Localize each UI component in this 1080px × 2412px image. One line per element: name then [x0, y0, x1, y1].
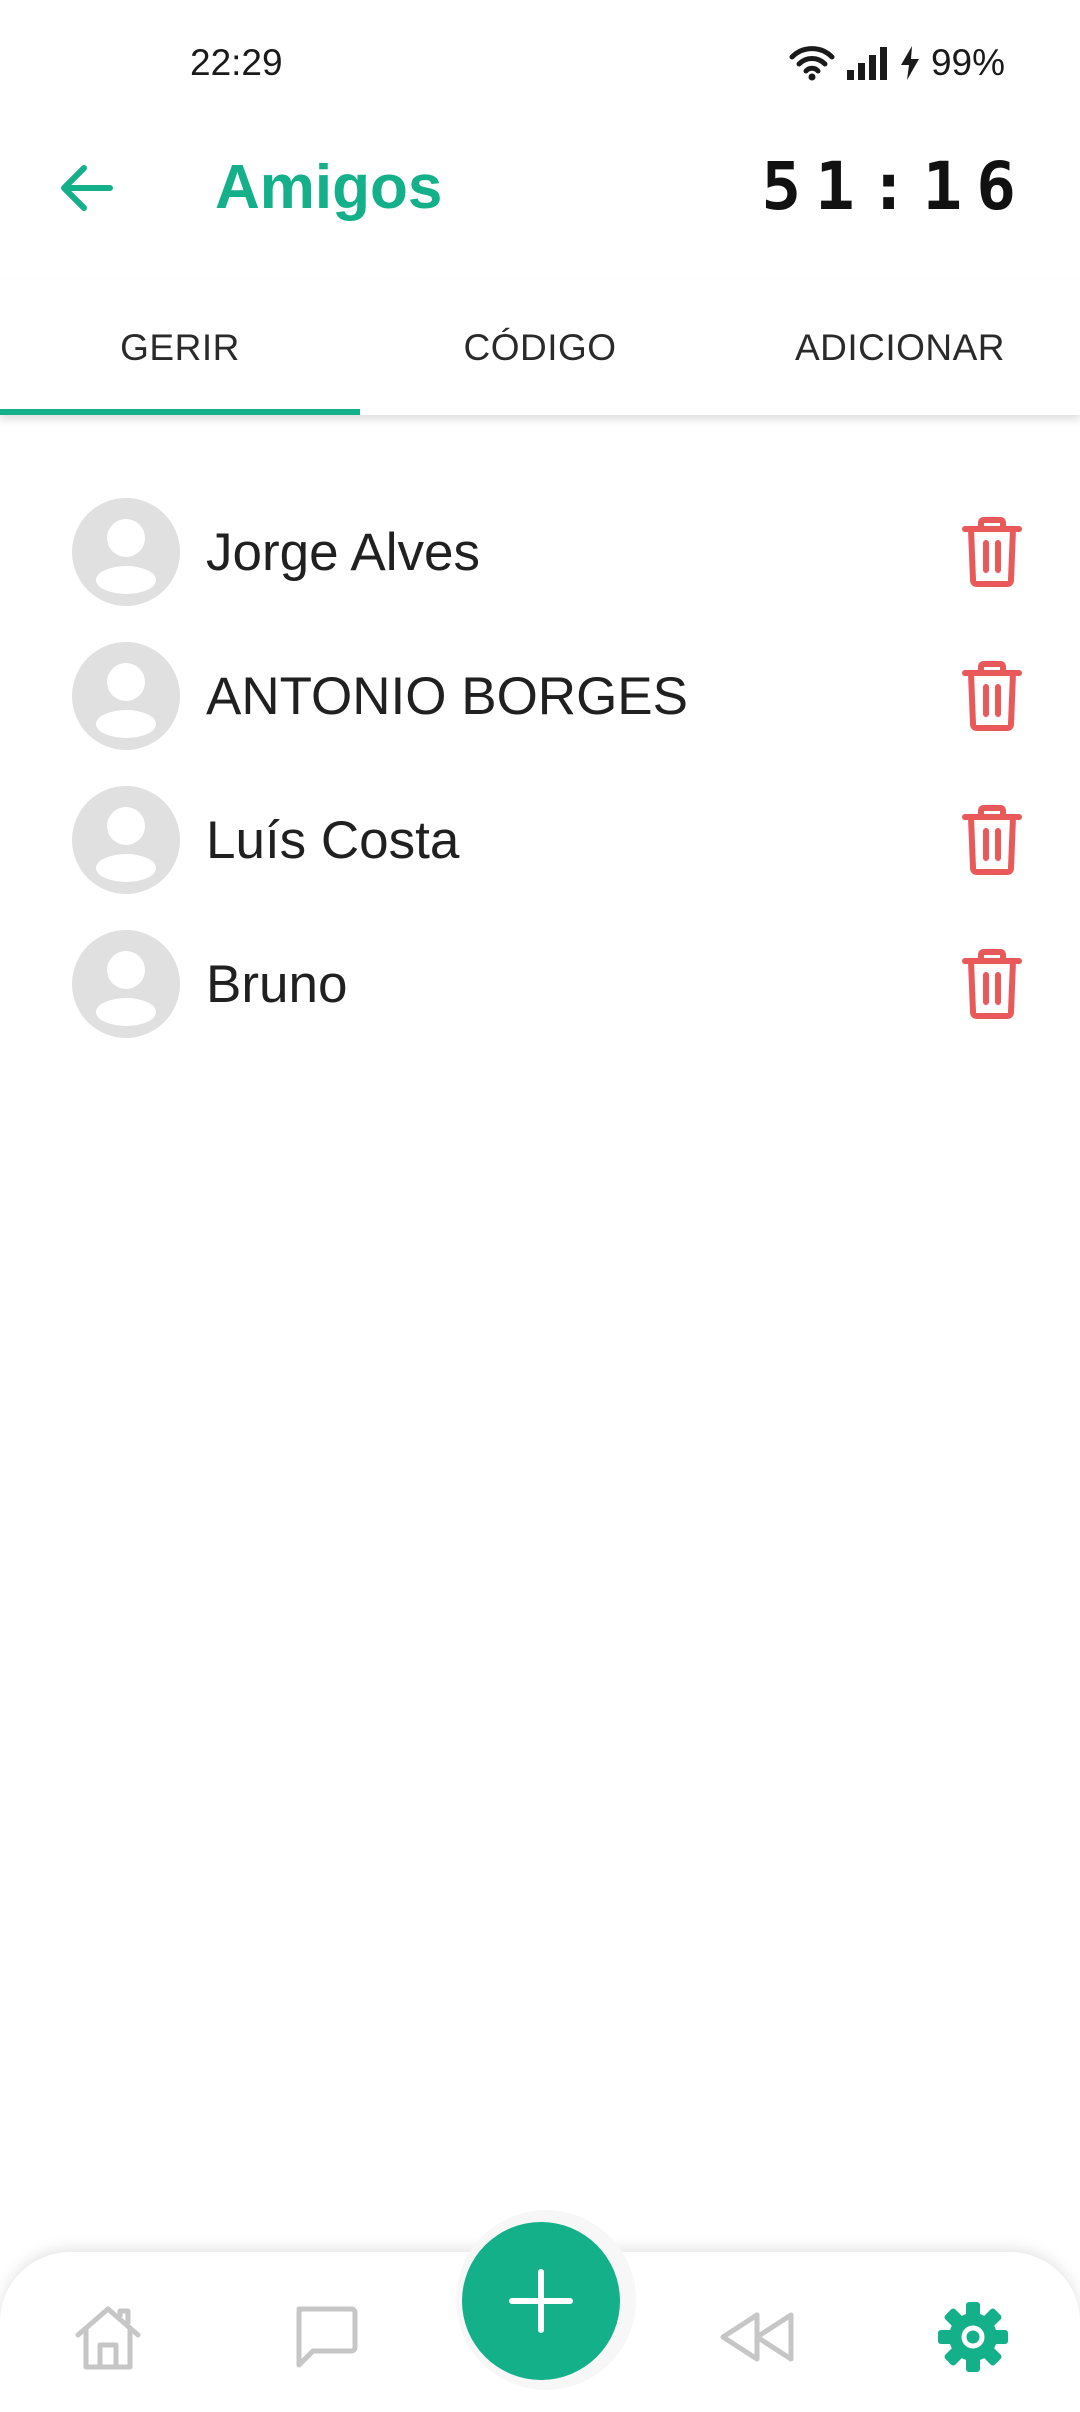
avatar [72, 498, 180, 606]
trash-icon [962, 517, 1022, 587]
arrow-left-icon [58, 164, 114, 217]
user-placeholder-icon [96, 519, 156, 594]
chat-icon [296, 2306, 358, 2368]
avatar [72, 642, 180, 750]
user-placeholder-icon [96, 663, 156, 738]
list-item: Luís Costa [0, 768, 1080, 912]
add-button[interactable] [462, 2222, 620, 2380]
home-icon [75, 2306, 141, 2370]
tab-adicionar[interactable]: ADICIONAR [720, 280, 1080, 415]
friend-name: Luís Costa [206, 810, 460, 870]
status-icons: 99% [789, 42, 1005, 84]
add-icon [509, 2269, 573, 2333]
battery-percent: 99% [930, 42, 1005, 83]
wifi-icon [789, 45, 835, 81]
friend-list: Jorge Alves ANTONIO BORGES Luís Costa Br… [0, 480, 1080, 1056]
app-bar: Amigos 51:16 [0, 130, 1080, 250]
avatar [72, 786, 180, 894]
settings-icon [938, 2302, 1008, 2372]
friend-name: Jorge Alves [206, 522, 480, 582]
status-bar: 22:29 99% [0, 0, 1080, 130]
friend-name: Bruno [206, 954, 348, 1014]
trash-icon [962, 949, 1022, 1019]
nav-rewind-button[interactable] [712, 2292, 802, 2382]
tab-bar: GERIR CÓDIGO ADICIONAR [0, 280, 1080, 415]
nav-settings-button[interactable] [928, 2292, 1018, 2382]
page-title: Amigos [215, 153, 443, 222]
nav-chat-button[interactable] [280, 2292, 370, 2382]
avatar [72, 930, 180, 1038]
user-placeholder-icon [96, 951, 156, 1026]
delete-friend-button[interactable] [956, 944, 1028, 1024]
rewind-icon [720, 2312, 794, 2362]
tab-codigo[interactable]: CÓDIGO [360, 280, 720, 415]
back-button[interactable] [50, 154, 122, 226]
timer-display: 51:16 [761, 148, 1030, 225]
charging-icon [899, 45, 921, 81]
delete-friend-button[interactable] [956, 512, 1028, 592]
friend-name: ANTONIO BORGES [206, 666, 688, 726]
nav-home-button[interactable] [63, 2292, 153, 2382]
list-item: ANTONIO BORGES [0, 624, 1080, 768]
delete-friend-button[interactable] [956, 656, 1028, 736]
trash-icon [962, 805, 1022, 875]
status-time: 22:29 [190, 42, 283, 83]
delete-friend-button[interactable] [956, 800, 1028, 880]
user-placeholder-icon [96, 807, 156, 882]
signal-icon [845, 46, 889, 80]
list-item: Jorge Alves [0, 480, 1080, 624]
tab-gerir[interactable]: GERIR [0, 280, 360, 415]
list-item: Bruno [0, 912, 1080, 1056]
trash-icon [962, 661, 1022, 731]
